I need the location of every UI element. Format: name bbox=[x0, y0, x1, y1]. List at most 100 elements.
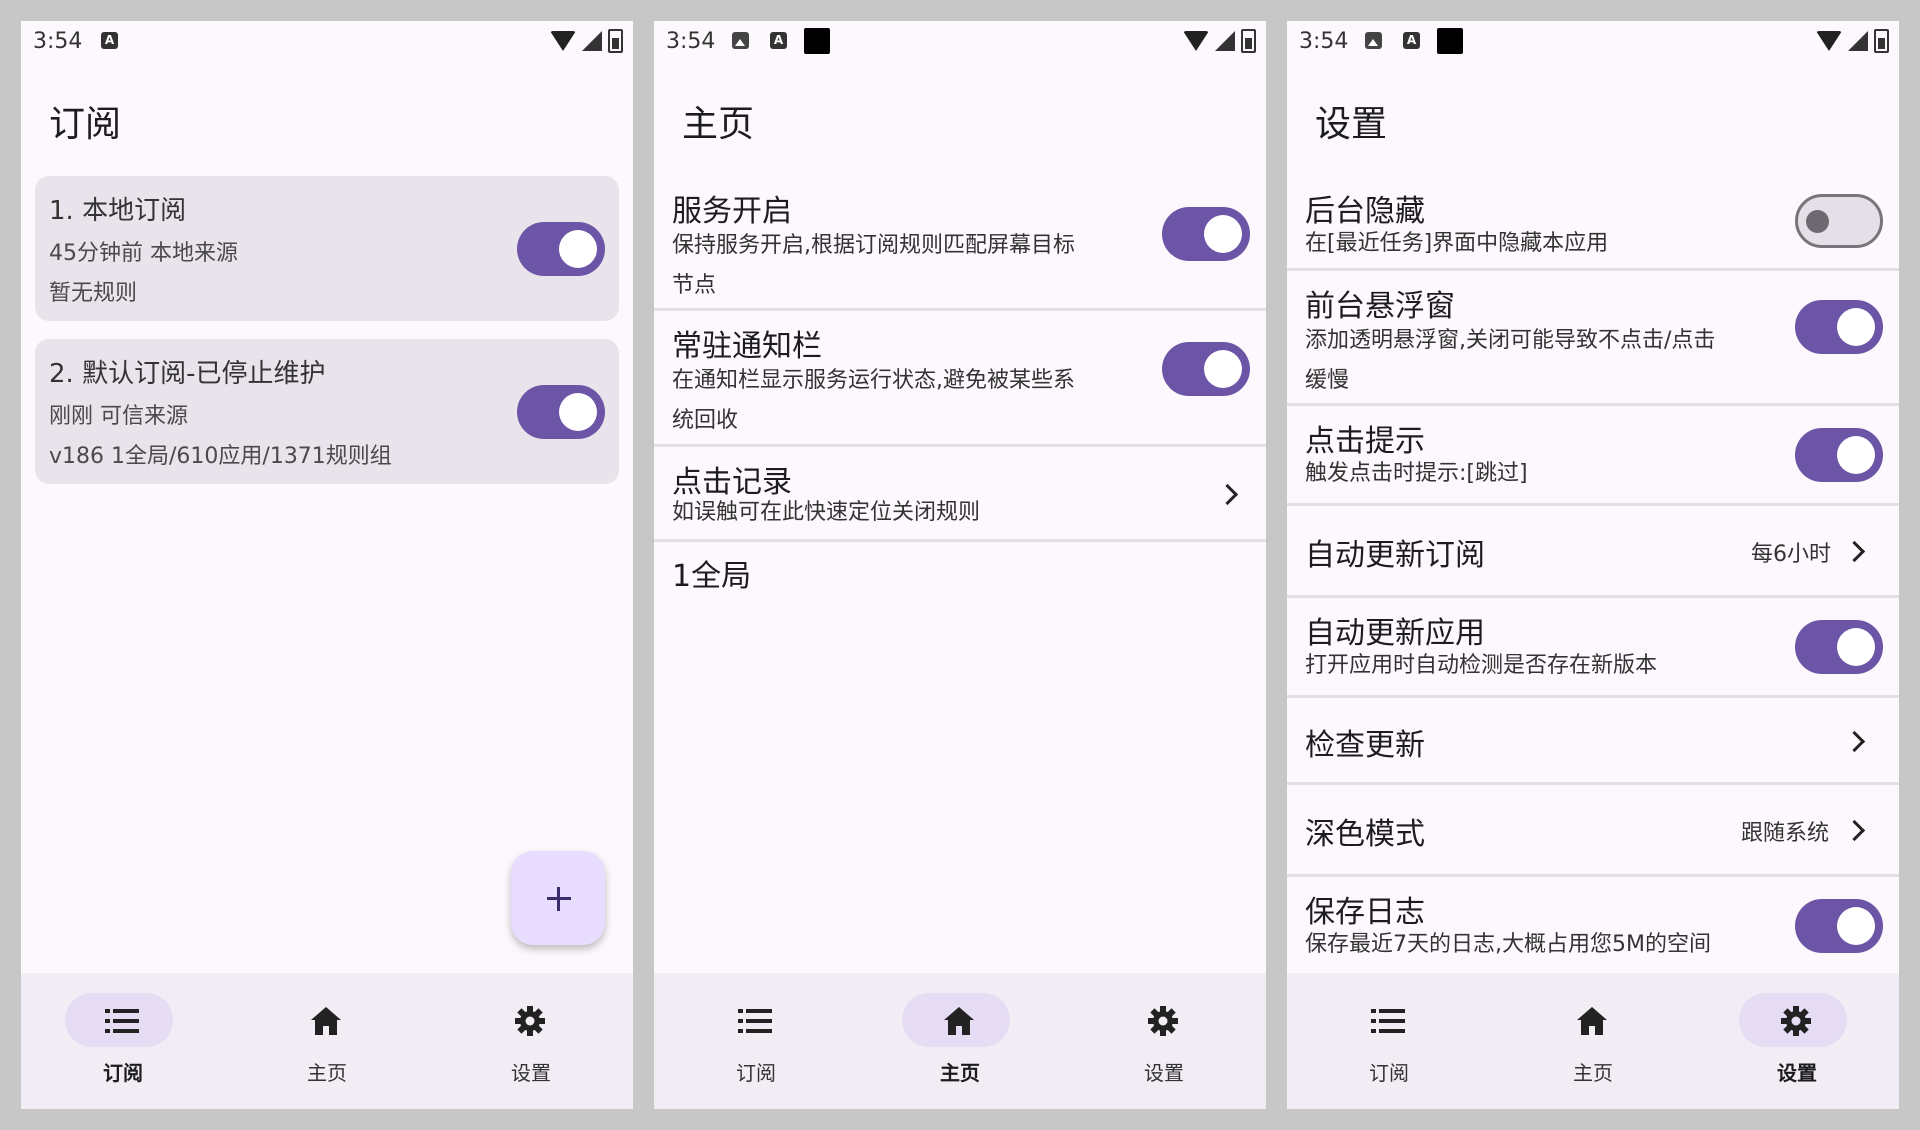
wifi-icon bbox=[1183, 31, 1209, 51]
home-icon bbox=[311, 1007, 341, 1035]
notification-block-icon bbox=[804, 28, 830, 54]
nav-label: 设置 bbox=[1144, 1061, 1184, 1085]
nav-item-home[interactable]: 主页 bbox=[1491, 973, 1695, 1109]
gear-icon bbox=[515, 1006, 545, 1036]
row-description: 缓慢 bbox=[1305, 368, 1350, 393]
save-log-row[interactable]: 保存日志 保存最近7天的日志,大概占用您5M的空间 bbox=[1287, 877, 1899, 987]
row-description: 添加透明悬浮窗,关闭可能导致不点击/点击 bbox=[1305, 328, 1716, 353]
toggle-knob bbox=[1204, 215, 1242, 253]
row-description: 保存最近7天的日志,大概占用您5M的空间 bbox=[1305, 932, 1711, 957]
chevron-right-icon bbox=[1843, 730, 1866, 753]
save-log-toggle[interactable] bbox=[1795, 899, 1883, 953]
auto-update-subscription-row[interactable]: 自动更新订阅 每6小时 bbox=[1287, 506, 1899, 598]
status-time: 3:54 bbox=[666, 29, 716, 54]
subscriptions-screen: 3:54 A 订阅 1. 本地订阅 45分钟前 本地来源 暂无规则 2. 默认订… bbox=[21, 21, 633, 1109]
toggle-knob bbox=[1806, 210, 1829, 233]
page-title: 设置 bbox=[1315, 104, 1388, 145]
hide-background-toggle[interactable] bbox=[1795, 194, 1883, 248]
row-description: 触发点击时提示:[跳过] bbox=[1305, 461, 1528, 486]
bottom-navigation: 订阅 主页 设置 bbox=[1287, 973, 1899, 1109]
nav-item-home[interactable]: 主页 bbox=[858, 973, 1062, 1109]
status-time: 3:54 bbox=[1299, 29, 1349, 54]
notification-a-icon: A bbox=[101, 32, 118, 49]
row-title: 服务开启 bbox=[672, 194, 792, 229]
subscription-toggle[interactable] bbox=[517, 222, 605, 276]
chevron-right-icon bbox=[1843, 540, 1866, 563]
page-title: 主页 bbox=[682, 104, 755, 145]
nav-label: 主页 bbox=[1573, 1061, 1613, 1085]
row-value: 每6小时 bbox=[1751, 542, 1831, 567]
row-description: 在通知栏显示服务运行状态,避免被某些系 bbox=[672, 368, 1075, 393]
notification-toggle[interactable] bbox=[1162, 342, 1250, 396]
wifi-icon bbox=[550, 31, 576, 51]
signal-icon bbox=[582, 31, 602, 51]
status-time: 3:54 bbox=[33, 29, 83, 54]
row-description: 保持服务开启,根据订阅规则匹配屏幕目标 bbox=[672, 233, 1075, 258]
home-icon bbox=[944, 1007, 974, 1035]
notification-row[interactable]: 常驻通知栏 在通知栏显示服务运行状态,避免被某些系 统回收 bbox=[654, 311, 1266, 447]
toggle-knob bbox=[1837, 907, 1875, 945]
row-description: 如误触可在此快速定位关闭规则 bbox=[672, 500, 981, 525]
nav-label: 设置 bbox=[511, 1061, 551, 1085]
gear-icon bbox=[1781, 1006, 1811, 1036]
list-icon bbox=[738, 1009, 772, 1033]
toggle-knob bbox=[1837, 308, 1875, 346]
notification-a-icon: A bbox=[770, 32, 787, 49]
click-hint-row[interactable]: 点击提示 触发点击时提示:[跳过] bbox=[1287, 406, 1899, 506]
subscription-meta: 45分钟前 本地来源 bbox=[49, 241, 238, 266]
nav-item-subscriptions[interactable]: 订阅 bbox=[21, 973, 225, 1109]
home-icon bbox=[1577, 1007, 1607, 1035]
row-title: 深色模式 bbox=[1305, 817, 1425, 852]
chevron-right-icon bbox=[1216, 483, 1239, 506]
row-description: 统回收 bbox=[672, 408, 739, 433]
nav-item-subscriptions[interactable]: 订阅 bbox=[654, 973, 858, 1109]
row-description: 节点 bbox=[672, 273, 717, 298]
status-bar: 3:54 A bbox=[654, 21, 1266, 63]
image-notification-icon bbox=[1365, 32, 1382, 49]
click-hint-toggle[interactable] bbox=[1795, 428, 1883, 482]
gear-icon bbox=[1148, 1006, 1178, 1036]
battery-icon bbox=[1241, 29, 1256, 53]
nav-label: 主页 bbox=[307, 1061, 347, 1085]
auto-update-app-toggle[interactable] bbox=[1795, 620, 1883, 674]
toggle-knob bbox=[1204, 350, 1242, 388]
notification-a-icon: A bbox=[1403, 32, 1420, 49]
status-bar: 3:54 A bbox=[21, 21, 633, 63]
subscription-card[interactable]: 1. 本地订阅 45分钟前 本地来源 暂无规则 bbox=[35, 176, 619, 321]
toggle-knob bbox=[559, 230, 597, 268]
dark-mode-row[interactable]: 深色模式 跟随系统 bbox=[1287, 785, 1899, 877]
toggle-knob bbox=[1837, 628, 1875, 666]
nav-item-home[interactable]: 主页 bbox=[225, 973, 429, 1109]
battery-icon bbox=[608, 29, 623, 53]
nav-label: 订阅 bbox=[103, 1061, 143, 1085]
bottom-navigation: 订阅 主页 设置 bbox=[654, 973, 1266, 1109]
page-title: 订阅 bbox=[49, 104, 122, 145]
nav-item-settings[interactable]: 设置 bbox=[1695, 973, 1899, 1109]
nav-label: 设置 bbox=[1777, 1061, 1817, 1085]
row-title: 常驻通知栏 bbox=[672, 329, 822, 364]
floating-window-row[interactable]: 前台悬浮窗 添加透明悬浮窗,关闭可能导致不点击/点击 缓慢 bbox=[1287, 271, 1899, 406]
click-log-row[interactable]: 点击记录 如误触可在此快速定位关闭规则 bbox=[654, 447, 1266, 542]
nav-item-subscriptions[interactable]: 订阅 bbox=[1287, 973, 1491, 1109]
chevron-right-icon bbox=[1843, 819, 1866, 842]
floating-window-toggle[interactable] bbox=[1795, 300, 1883, 354]
hide-background-row[interactable]: 后台隐藏 在[最近任务]界面中隐藏本应用 bbox=[1287, 176, 1899, 271]
row-title: 检查更新 bbox=[1305, 728, 1425, 763]
subscription-title: 1. 本地订阅 bbox=[49, 196, 187, 226]
auto-update-app-row[interactable]: 自动更新应用 打开应用时自动检测是否存在新版本 bbox=[1287, 598, 1899, 698]
subscription-card[interactable]: 2. 默认订阅-已停止维护 刚刚 可信来源 v186 1全局/610应用/137… bbox=[35, 339, 619, 484]
service-enable-row[interactable]: 服务开启 保持服务开启,根据订阅规则匹配屏幕目标 节点 bbox=[654, 176, 1266, 311]
row-title: 前台悬浮窗 bbox=[1305, 289, 1455, 324]
subscription-toggle[interactable] bbox=[517, 385, 605, 439]
list-icon bbox=[105, 1009, 139, 1033]
global-rules-label: 1全局 bbox=[672, 559, 752, 594]
nav-item-settings[interactable]: 设置 bbox=[429, 973, 633, 1109]
row-value: 跟随系统 bbox=[1741, 821, 1830, 846]
battery-icon bbox=[1874, 29, 1889, 53]
check-update-row[interactable]: 检查更新 bbox=[1287, 698, 1899, 785]
add-subscription-button[interactable] bbox=[511, 851, 605, 945]
service-toggle[interactable] bbox=[1162, 207, 1250, 261]
nav-label: 主页 bbox=[940, 1061, 980, 1085]
nav-item-settings[interactable]: 设置 bbox=[1062, 973, 1266, 1109]
row-description: 在[最近任务]界面中隐藏本应用 bbox=[1305, 231, 1609, 256]
